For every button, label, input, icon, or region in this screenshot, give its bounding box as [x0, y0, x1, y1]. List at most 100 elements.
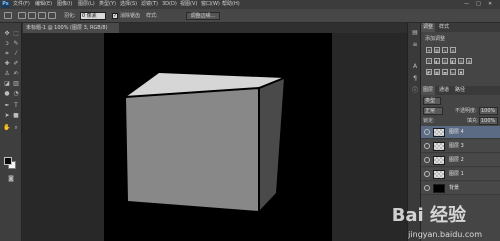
style-label: 样式: — [146, 13, 158, 19]
levels-icon[interactable]: ▥ — [434, 47, 440, 53]
feather-input[interactable]: 0 像素 — [80, 12, 106, 20]
vibrance-icon[interactable]: ▽ — [426, 58, 432, 64]
close-icon[interactable]: ✕ — [488, 1, 492, 8]
eraser-tool-icon[interactable]: ◪ — [3, 80, 11, 88]
subtract-selection-icon[interactable] — [38, 12, 46, 19]
menu-help[interactable]: 帮助(H) — [222, 0, 240, 9]
photo-filter-icon[interactable]: ◎ — [458, 58, 464, 64]
layer-thumbnail — [433, 156, 445, 165]
move-tool-icon[interactable]: ✥ — [3, 30, 11, 38]
visibility-eye-icon[interactable] — [424, 171, 430, 177]
clone-stamp-tool-icon[interactable]: ♙ — [3, 70, 11, 78]
options-bar: 羽化: 0 像素 ✓ 消除锯齿 样式: 调整边缘... — [0, 9, 500, 23]
maximize-icon[interactable]: □ — [476, 1, 481, 8]
pen-tool-icon[interactable]: ✒ — [3, 102, 11, 110]
paragraph-panel-icon[interactable]: ¶ — [411, 75, 419, 83]
opacity-input[interactable]: 100% — [479, 107, 498, 115]
visibility-eye-icon[interactable] — [424, 185, 430, 191]
shape-tool-icon[interactable]: ■ — [12, 112, 20, 120]
history-panel-icon[interactable]: ▤ — [411, 29, 419, 37]
add-selection-icon[interactable] — [28, 12, 36, 19]
brightness-icon[interactable]: ☀ — [426, 47, 432, 53]
exposure-icon[interactable]: ± — [450, 47, 456, 53]
healing-tool-icon[interactable]: ✚ — [3, 60, 11, 68]
zoom-tool-icon[interactable]: ⌕ — [12, 124, 20, 132]
menu-3d[interactable]: 3D(D) — [162, 0, 177, 9]
menu-type[interactable]: 类型(Y) — [99, 0, 116, 9]
lasso-tool-icon[interactable]: ↄ — [3, 40, 11, 48]
feather-label: 羽化: — [64, 13, 76, 19]
path-select-tool-icon[interactable]: ➤ — [3, 112, 11, 120]
dodge-tool-icon[interactable]: ◔ — [12, 90, 20, 98]
layer-thumbnail — [433, 170, 445, 179]
quick-mask-icon[interactable]: ◙ — [7, 175, 15, 183]
threshold-icon[interactable]: ▬ — [442, 69, 448, 75]
layer-row[interactable]: 图层 4 — [421, 126, 500, 139]
visibility-eye-icon[interactable] — [424, 129, 430, 135]
gradient-tool-icon[interactable]: ▥ — [12, 80, 20, 88]
lock-label: 锁定: — [423, 118, 435, 124]
color-balance-icon[interactable]: ⚖ — [442, 58, 448, 64]
tab-paths[interactable]: 路径 — [453, 86, 467, 95]
menu-image[interactable]: 图像(I) — [57, 0, 72, 9]
properties-panel-icon[interactable]: ≡ — [411, 41, 419, 49]
menu-view[interactable]: 视图(V) — [180, 0, 197, 9]
curves-icon[interactable]: ∿ — [442, 47, 448, 53]
posterize-icon[interactable]: ▦ — [434, 69, 440, 75]
adjustments-tab-bar: 调整 样式 — [421, 23, 500, 32]
menu-layer[interactable]: 图层(L) — [78, 0, 95, 9]
eyedropper-tool-icon[interactable]: ⁄ — [12, 50, 20, 58]
character-panel-icon[interactable]: A — [411, 63, 419, 71]
layers-tab-bar: 图层 通道 路径 — [421, 86, 500, 95]
menu-file[interactable]: 文件(F) — [13, 0, 30, 9]
layer-filter-select[interactable]: 类型 — [423, 97, 441, 105]
hand-tool-icon[interactable]: ✋ — [3, 124, 11, 132]
layer-row[interactable]: 背景 — [421, 182, 500, 195]
new-selection-icon[interactable] — [18, 12, 26, 19]
photoshop-logo: Ps — [1, 1, 10, 8]
antialias-checkbox[interactable]: ✓ — [112, 13, 118, 19]
invert-icon[interactable]: ◩ — [426, 69, 432, 75]
layer-name: 图层 4 — [449, 129, 464, 135]
visibility-eye-icon[interactable] — [424, 157, 430, 163]
crop-tool-icon[interactable]: ⌗ — [3, 50, 11, 58]
history-brush-tool-icon[interactable]: ✍ — [12, 70, 20, 78]
black-white-icon[interactable]: ◧ — [450, 58, 456, 64]
menu-edit[interactable]: 编辑(E) — [35, 0, 52, 9]
blur-tool-icon[interactable]: ● — [3, 90, 11, 98]
cube-artwork — [125, 73, 285, 211]
layer-name: 背景 — [449, 185, 460, 191]
tab-styles[interactable]: 样式 — [437, 23, 451, 32]
foreground-color-swatch[interactable] — [4, 157, 12, 165]
layer-name: 图层 3 — [449, 143, 464, 149]
visibility-eye-icon[interactable] — [424, 143, 430, 149]
add-adjustment-label: 添加调整 — [425, 36, 446, 42]
gradient-map-icon[interactable]: ▭ — [450, 69, 456, 75]
menu-select[interactable]: 选择(S) — [120, 0, 137, 9]
selective-color-icon[interactable]: ✱ — [458, 69, 464, 75]
quick-select-tool-icon[interactable]: ✎ — [12, 40, 20, 48]
canvas[interactable] — [104, 33, 332, 241]
info-panel-icon[interactable]: ⓘ — [411, 87, 419, 95]
antialias-label: 消除锯齿 — [120, 13, 141, 19]
minimize-icon[interactable]: — — [464, 1, 469, 8]
layer-row[interactable]: 图层 1 — [421, 168, 500, 181]
layer-row[interactable]: 图层 3 — [421, 140, 500, 153]
menu-filter[interactable]: 滤镜(T) — [141, 0, 158, 9]
tab-channels[interactable]: 通道 — [437, 86, 451, 95]
marquee-tool-icon[interactable]: ⬚ — [12, 30, 20, 38]
tab-layers[interactable]: 图层 — [421, 86, 436, 95]
brush-tool-icon[interactable]: ✐ — [12, 60, 20, 68]
fill-input[interactable]: 100% — [479, 117, 498, 125]
document-tab[interactable]: 未标题-1 @ 100% (图层 3, RGB/8) — [23, 23, 119, 33]
refine-edge-button[interactable]: 调整边缘... — [186, 12, 220, 20]
marquee-preset-icon[interactable] — [4, 12, 12, 19]
type-tool-icon[interactable]: T — [12, 102, 20, 110]
tab-adjustments[interactable]: 调整 — [421, 23, 436, 32]
menu-window[interactable]: 窗口(W) — [201, 0, 220, 9]
blend-mode-select[interactable]: 正常 — [423, 107, 443, 115]
layer-row[interactable]: 图层 2 — [421, 154, 500, 167]
channel-mixer-icon[interactable]: ⊕ — [466, 58, 472, 64]
hue-saturation-icon[interactable]: ◐ — [434, 58, 440, 64]
intersect-selection-icon[interactable] — [48, 12, 56, 19]
